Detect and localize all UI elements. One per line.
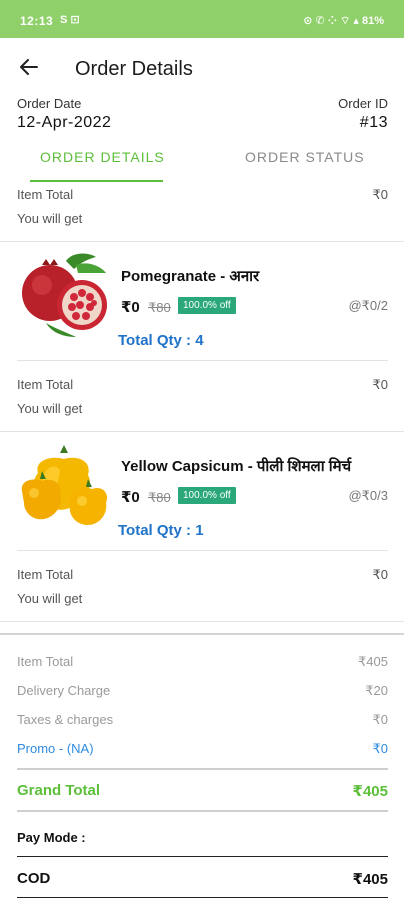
pay-mode-row: Pay Mode : — [17, 830, 388, 845]
promo-row: Promo - (NA) ₹0 — [17, 741, 388, 756]
list-item[interactable]: Pomegranate - अनार ₹0 ₹80 100.0% off @₹0… — [0, 245, 404, 360]
summary-item-total-value: ₹405 — [358, 654, 388, 669]
item-total-value: ₹0 — [372, 377, 388, 392]
product-mrp: ₹80 — [148, 490, 171, 505]
item-total-row: Item Total ₹0 — [17, 377, 388, 392]
item-total-value: ₹0 — [372, 187, 388, 202]
tab-order-status[interactable]: ORDER STATUS — [245, 149, 365, 165]
payment-amount: ₹405 — [352, 871, 388, 888]
system-icons: ⊙ ✆ ⁘ ⌔ ▴ 81% — [303, 14, 384, 28]
delivery-charge-row: Delivery Charge ₹20 — [17, 683, 388, 698]
you-will-get-row: You will get — [17, 401, 388, 416]
discount-badge: 100.0% off — [178, 297, 236, 314]
system-status-text: ⊙ ✆ ⁘ ⌔ ▴ 81% — [303, 15, 384, 27]
taxes-row: Taxes & charges ₹0 — [17, 712, 388, 727]
pay-mode-label: Pay Mode : — [17, 830, 86, 845]
product-price: ₹0 — [121, 299, 140, 316]
you-will-get-row: You will get — [17, 591, 388, 606]
status-time: 12:13 — [20, 14, 54, 28]
divider — [17, 856, 388, 857]
you-will-get-label: You will get — [17, 211, 83, 226]
item-total-row: Item Total ₹0 — [17, 567, 388, 582]
summary-item-total-label: Item Total — [17, 654, 74, 669]
order-date: 12-Apr-2022 — [17, 114, 112, 131]
divider — [0, 431, 404, 432]
divider — [17, 360, 388, 361]
back-arrow-icon[interactable] — [14, 52, 44, 82]
product-name: Yellow Capsicum - पीली शिमला मिर्च — [121, 458, 352, 475]
tab-order-details[interactable]: ORDER DETAILS — [40, 149, 165, 165]
payment-method: COD — [17, 870, 51, 887]
divider — [0, 241, 404, 242]
total-qty: Total Qty : 1 — [118, 522, 204, 539]
discount-badge: 100.0% off — [178, 487, 236, 504]
order-meta: Order Date 12-Apr-2022 Order ID #13 — [17, 96, 388, 138]
pomegranate-image — [16, 251, 112, 339]
you-will-get-label: You will get — [17, 401, 83, 416]
product-mrp: ₹80 — [148, 300, 171, 315]
unit-price: @₹0/2 — [348, 298, 388, 313]
payment-method-row: COD ₹405 — [17, 870, 388, 888]
promo-value: ₹0 — [372, 741, 388, 756]
taxes-label: Taxes & charges — [17, 712, 114, 727]
list-item[interactable]: Yellow Capsicum - पीली शिमला मिर्च ₹0 ₹8… — [0, 435, 404, 550]
you-will-get-label: You will get — [17, 591, 83, 606]
grand-total-label: Grand Total — [17, 782, 101, 799]
order-date-label: Order Date — [17, 96, 82, 111]
total-qty: Total Qty : 4 — [118, 332, 204, 349]
summary-item-total-row: Item Total ₹405 — [17, 654, 388, 669]
product-price: ₹0 — [121, 489, 140, 506]
section-divider — [0, 633, 404, 635]
promo-label: Promo - (NA) — [17, 741, 94, 756]
divider — [17, 550, 388, 551]
delivery-charge-value: ₹20 — [365, 683, 388, 698]
order-id-label: Order ID — [338, 96, 388, 111]
taxes-value: ₹0 — [372, 712, 388, 727]
status-bar: 12:13 S ⊡ ⊙ ✆ ⁘ ⌔ ▴ 81% — [0, 0, 404, 38]
grand-total-value: ₹405 — [352, 783, 388, 800]
divider — [17, 810, 388, 812]
top-you-will-get-row: You will get — [17, 211, 388, 226]
active-tab-indicator — [30, 180, 163, 182]
page-title: Order Details — [75, 58, 193, 80]
grand-total-row: Grand Total ₹405 — [17, 782, 388, 800]
item-total-label: Item Total — [17, 377, 74, 392]
delivery-charge-label: Delivery Charge — [17, 683, 111, 698]
item-total-value: ₹0 — [372, 567, 388, 582]
item-total-label: Item Total — [17, 567, 74, 582]
item-total-label: Item Total — [17, 187, 74, 202]
product-name: Pomegranate - अनार — [121, 268, 260, 285]
divider — [0, 621, 404, 622]
notification-icons: S ⊡ — [60, 14, 80, 26]
order-id: #13 — [359, 114, 388, 131]
unit-price: @₹0/3 — [348, 488, 388, 503]
tab-bar: ORDER DETAILS ORDER STATUS — [0, 140, 404, 182]
divider — [17, 768, 388, 770]
divider — [17, 897, 388, 898]
top-item-total-row: Item Total ₹0 — [17, 187, 388, 202]
app-header: Order Details — [0, 38, 404, 96]
capsicum-image — [16, 441, 112, 529]
